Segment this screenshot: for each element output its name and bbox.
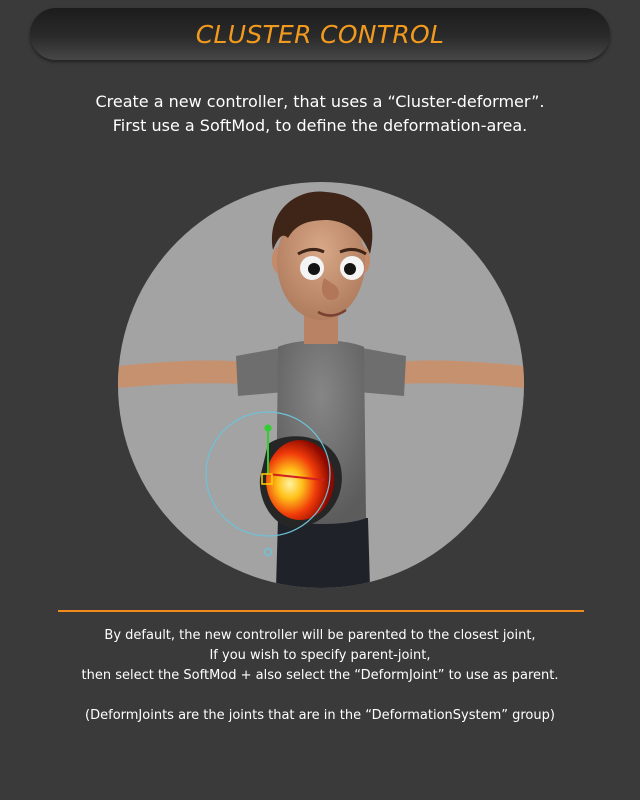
intro-line-1: Create a new controller, that uses a “Cl… (95, 92, 545, 111)
section-divider (58, 610, 584, 612)
right-pupil (344, 263, 356, 275)
pants (276, 518, 370, 588)
left-pupil (308, 263, 320, 275)
info-line-3: then select the SoftMod + also select th… (81, 668, 559, 683)
title-banner: CLUSTER CONTROL (30, 8, 610, 60)
intro-line-2: First use a SoftMod, to define the defor… (112, 116, 528, 135)
right-sleeve (358, 348, 406, 396)
left-sleeve (236, 348, 284, 396)
info-line-2: If you wish to specify parent-joint, (209, 648, 431, 663)
page-title: CLUSTER CONTROL (195, 19, 445, 49)
info-line-1: By default, the new controller will be p… (104, 628, 536, 643)
info-note: (DeformJoints are the joints that are in… (85, 708, 555, 723)
intro-text: Create a new controller, that uses a “Cl… (0, 90, 640, 138)
character-viewport (118, 182, 524, 588)
y-handle[interactable] (264, 424, 272, 432)
info-text: By default, the new controller will be p… (0, 626, 640, 726)
